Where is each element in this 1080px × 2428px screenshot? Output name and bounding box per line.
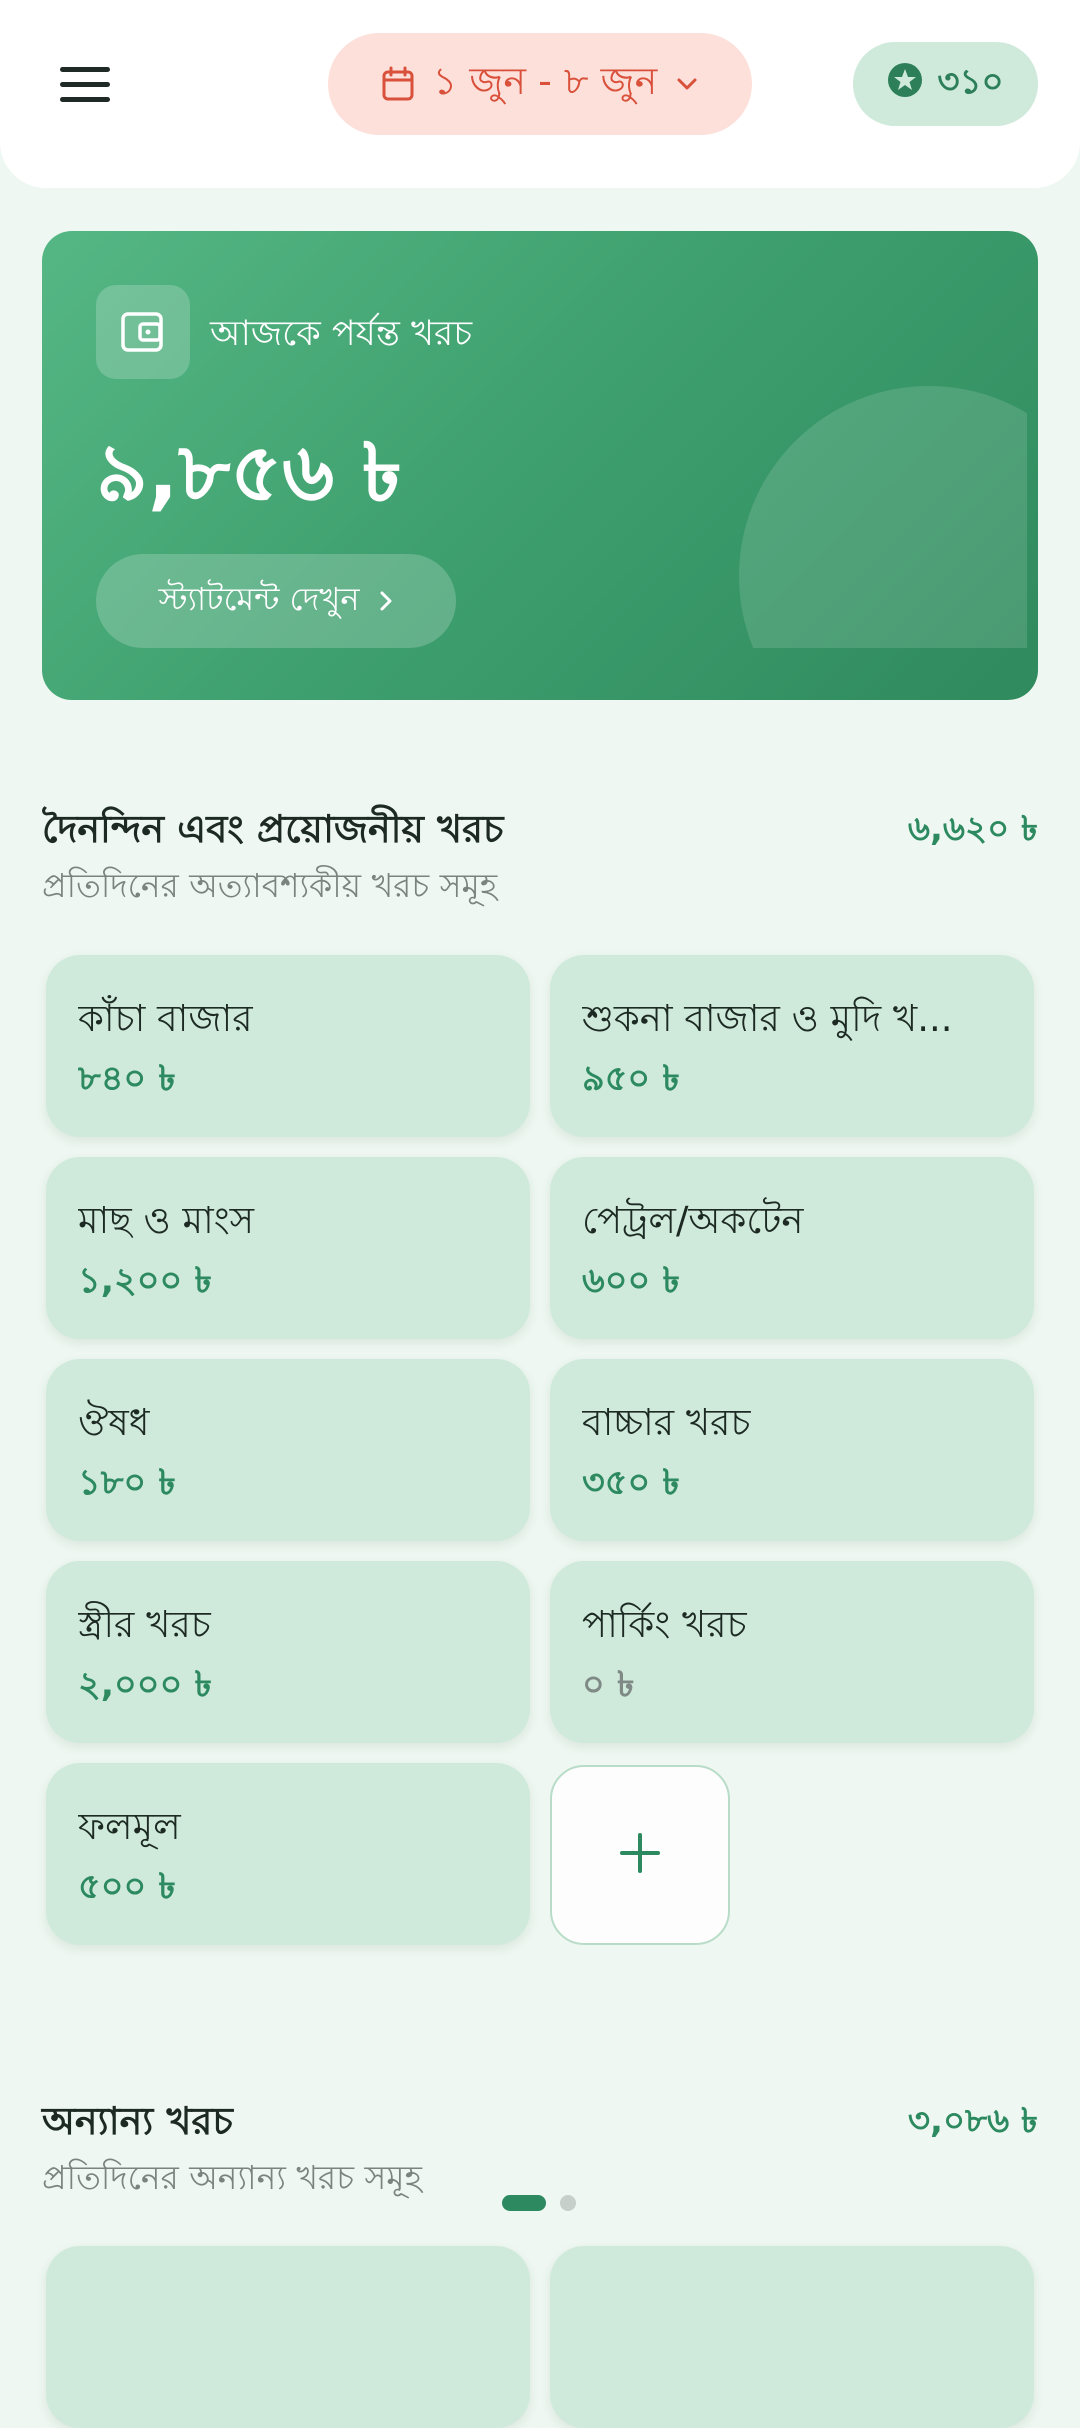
expense-amount: ৫০০ ৳ [78, 1867, 176, 1907]
points-badge[interactable]: ৩১০ [853, 42, 1038, 126]
decorative-shape [697, 386, 1027, 648]
view-statement-button[interactable]: স্ট্যাটমেন্ট দেখুন [96, 554, 456, 648]
chevron-right-icon [379, 582, 393, 620]
expense-card[interactable] [550, 2246, 1034, 2428]
expense-name: বাচ্চার খরচ [582, 1401, 751, 1444]
expense-card[interactable]: শুকনা বাজার ও মুদি খ... ৯৫০ ৳ [550, 955, 1034, 1137]
expense-name: পার্কিং খরচ [582, 1603, 747, 1646]
other-section-title: অন্যান্য খরচ [42, 2099, 233, 2143]
star-icon [887, 62, 923, 107]
expense-amount: ৮৪০ ৳ [78, 1059, 176, 1099]
expense-amount: ২,০০০ ৳ [78, 1665, 212, 1705]
expense-amount: ১,২০০ ৳ [78, 1261, 212, 1301]
expense-name: কাঁচা বাজার [78, 997, 253, 1040]
other-section-total: ৩,০৮৬ ৳ [907, 2101, 1038, 2141]
top-bar: ১ জুন - ৮ জুন ৩১০ [0, 0, 1080, 188]
daily-section-title: দৈনন্দিন এবং প্রয়োজনীয় খরচ [42, 807, 504, 851]
summary-label: আজকে পর্যন্ত খরচ [210, 314, 473, 354]
expense-card[interactable] [46, 2246, 530, 2428]
add-expense-button[interactable] [550, 1765, 730, 1945]
expense-name: শুকনা বাজার ও মুদি খ... [582, 997, 953, 1040]
expense-amount: ৯৫০ ৳ [582, 1059, 680, 1099]
expense-card[interactable]: ফলমূল ৫০০ ৳ [46, 1763, 530, 1945]
page-indicator [502, 2195, 576, 2211]
expense-name: ঔষধ [78, 1401, 150, 1444]
daily-section-total: ৬,৬২০ ৳ [907, 809, 1038, 849]
expense-card[interactable]: পেট্রল/অকটেন ৬০০ ৳ [550, 1157, 1034, 1339]
other-section-subtitle: প্রতিদিনের অন্যান্য খরচ সমূহ [42, 2158, 422, 2197]
expense-amount: ৩৫০ ৳ [582, 1463, 680, 1503]
expense-amount: ০ ৳ [582, 1665, 635, 1705]
expense-card[interactable]: বাচ্চার খরচ ৩৫০ ৳ [550, 1359, 1034, 1541]
expense-card[interactable]: কাঁচা বাজার ৮৪০ ৳ [46, 955, 530, 1137]
date-range-label: ১ জুন - ৮ জুন [432, 59, 658, 103]
wallet-icon [96, 285, 190, 379]
expense-name: মাছ ও মাংস [78, 1199, 255, 1242]
expense-amount: ৬০০ ৳ [582, 1261, 680, 1301]
page-dot-active [502, 2195, 546, 2211]
menu-icon[interactable] [60, 64, 110, 104]
chevron-down-icon [675, 76, 699, 92]
page-dot [560, 2195, 576, 2211]
date-range-selector[interactable]: ১ জুন - ৮ জুন [328, 33, 752, 135]
expense-card[interactable]: ঔষধ ১৮০ ৳ [46, 1359, 530, 1541]
expense-name: ফলমূল [78, 1805, 181, 1848]
calendar-icon [381, 66, 415, 102]
expense-card[interactable]: পার্কিং খরচ ০ ৳ [550, 1561, 1034, 1743]
expense-card[interactable]: স্ত্রীর খরচ ২,০০০ ৳ [46, 1561, 530, 1743]
points-value: ৩১০ [937, 61, 1004, 102]
daily-section-subtitle: প্রতিদিনের অত্যাবশ্যকীয় খরচ সমূহ [42, 866, 498, 905]
expense-name: স্ত্রীর খরচ [78, 1603, 211, 1646]
summary-amount: ৯,৮৫৬ ৳ [96, 426, 402, 519]
view-statement-label: স্ট্যাটমেন্ট দেখুন [158, 580, 360, 618]
spending-summary-card: আজকে পর্যন্ত খরচ ৯,৮৫৬ ৳ স্ট্যাটমেন্ট দে… [42, 231, 1038, 700]
plus-icon [618, 1831, 662, 1879]
expense-amount: ১৮০ ৳ [78, 1463, 176, 1503]
expense-name: পেট্রল/অকটেন [582, 1199, 804, 1242]
expense-card[interactable]: মাছ ও মাংস ১,২০০ ৳ [46, 1157, 530, 1339]
